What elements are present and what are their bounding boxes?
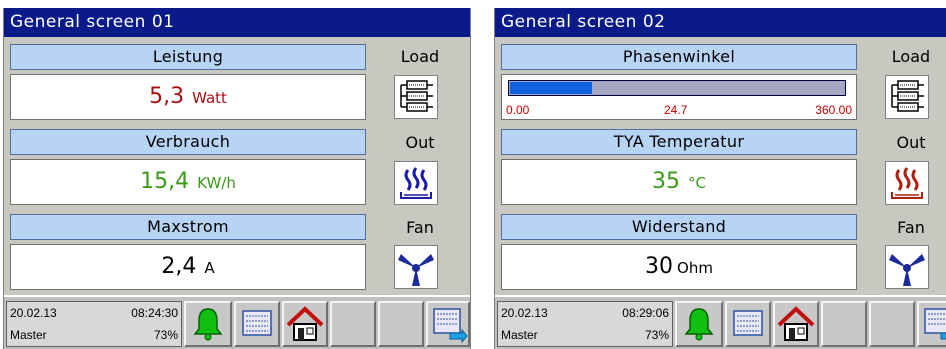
bell-icon [193,308,223,341]
blank-button-2[interactable] [869,301,915,347]
next-screen-icon [924,308,946,340]
fan-label: Fan [897,218,925,237]
load-label: Load [400,47,440,66]
status-bar: 20.02.13 08:29:06 Master 73% [495,295,946,349]
home-icon [777,306,815,341]
tya-temperatur-header: TYA Temperatur [501,129,857,155]
bell-icon [684,308,714,341]
heater-icon [400,167,432,199]
value-text: 30 [645,254,674,279]
load-button[interactable] [885,75,929,119]
load-icon [400,80,433,112]
screen-title: General screen 02 [495,8,946,37]
fan-icon [398,254,434,286]
home-button[interactable] [282,301,328,347]
verbrauch-header: Verbrauch [10,129,366,155]
fan-icon [889,254,925,286]
fan-button[interactable] [394,245,438,289]
unit-text: A [204,259,215,277]
status-bar: 20.02.13 08:24:30 Master 73% [4,295,470,349]
next-screen-icon [433,308,468,344]
verbrauch-value-field[interactable]: 15,4 KW/h [10,159,366,205]
value-text: 35 [652,169,680,194]
progress-min-label: 0.00 [506,103,530,117]
leistung-value-field[interactable]: 5,3 Watt [10,74,366,120]
leistung-header: Leistung [10,44,366,70]
maxstrom-header: Maxstrom [10,214,366,240]
status-time: 08:24:30 [131,306,178,320]
status-info-panel: 20.02.13 08:24:30 Master 73% [6,301,182,347]
blank-button-1[interactable] [330,301,376,347]
next-screen-button[interactable] [426,301,470,347]
home-icon [286,306,324,341]
out-label: Out [896,133,926,152]
load-label: Load [891,47,931,66]
unit-text: Ohm [677,259,713,277]
status-percent: 73% [644,328,669,342]
load-button[interactable] [394,75,438,119]
list-button[interactable] [725,301,771,347]
blank-button-2[interactable] [378,301,424,347]
value-text: 2,4 [161,254,197,279]
load-icon [891,80,924,112]
maxstrom-value-field[interactable]: 2,4 A [10,244,366,290]
general-screen-02: General screen 02 Phasenwinkel 0.00 24.7… [494,8,946,349]
status-info-panel: 20.02.13 08:29:06 Master 73% [497,301,673,347]
screen-title: General screen 01 [4,8,470,37]
status-date: 20.02.13 [501,306,548,320]
alarm-button[interactable] [184,301,232,347]
widerstand-value-field[interactable]: 30 Ohm [501,244,857,290]
status-user: Master [10,328,47,342]
value-text: 5,3 [149,84,185,109]
phasenwinkel-header: Phasenwinkel [501,44,857,70]
unit-text: °C [688,174,706,192]
unit-text: KW/h [197,174,236,192]
alarm-button[interactable] [675,301,723,347]
list-button[interactable] [234,301,280,347]
widerstand-header: Widerstand [501,214,857,240]
blank-button-1[interactable] [821,301,867,347]
status-time: 08:29:06 [622,306,669,320]
fan-button[interactable] [885,245,929,289]
general-screen-01: General screen 01 Leistung 5,3 Watt Verbr… [3,8,471,349]
progress-max-label: 360.00 [815,103,852,117]
out-button[interactable] [394,161,438,205]
unit-text: Watt [192,89,227,107]
heater-icon [891,167,923,199]
progress-mid-label: 24.7 [664,103,688,117]
phasenwinkel-progress-field[interactable]: 0.00 24.7 360.00 [501,74,857,120]
status-percent: 73% [153,328,178,342]
out-button[interactable] [885,161,929,205]
progress-track [508,80,846,96]
value-text: 15,4 [140,169,190,194]
list-icon [242,310,272,336]
status-user: Master [501,328,538,342]
fan-label: Fan [406,218,434,237]
list-icon [733,310,763,336]
next-screen-button[interactable] [917,301,946,347]
home-button[interactable] [773,301,819,347]
progress-fill [510,82,592,94]
temperatur-value-field[interactable]: 35 °C [501,159,857,205]
out-label: Out [405,133,435,152]
status-date: 20.02.13 [10,306,57,320]
